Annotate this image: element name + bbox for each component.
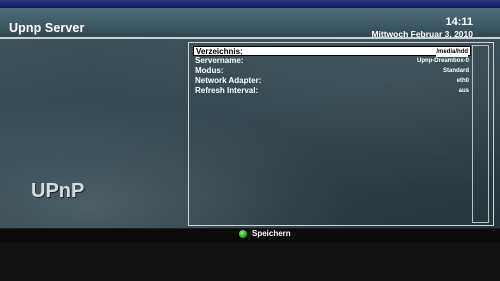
settings-row-value[interactable]: aus bbox=[459, 86, 469, 96]
page-title: Upnp Server bbox=[9, 21, 85, 35]
settings-row-modus[interactable]: Modus: Standard bbox=[193, 66, 471, 76]
clock: 14:11 bbox=[445, 16, 473, 28]
settings-row-label: Modus: bbox=[195, 66, 224, 75]
settings-row-value[interactable]: Upnp-Dreambox-0 bbox=[417, 56, 469, 66]
top-accent-bar bbox=[0, 0, 500, 8]
settings-row-label: Refresh Interval: bbox=[195, 86, 259, 95]
button-bar bbox=[0, 228, 500, 243]
settings-row-network-adapter[interactable]: Network Adapter: eth0 bbox=[193, 76, 471, 86]
settings-row-value[interactable]: eth0 bbox=[457, 76, 469, 86]
date: Mittwoch Februar 3, 2010 bbox=[371, 29, 473, 39]
settings-row-servername[interactable]: Servername: Upnp-Dreambox-0 bbox=[193, 56, 471, 66]
settings-row-label: Network Adapter: bbox=[195, 76, 262, 85]
settings-row-label: Servername: bbox=[195, 56, 244, 65]
save-button-label[interactable]: Speichern bbox=[252, 229, 291, 238]
green-key-icon[interactable] bbox=[239, 230, 247, 238]
settings-row-verzeichnis[interactable]: Verzeichnis: /media/hdd bbox=[193, 46, 471, 57]
header-bar: Upnp Server 14:11 Mittwoch Februar 3, 20… bbox=[0, 8, 500, 39]
settings-scrollbar[interactable] bbox=[472, 45, 489, 223]
settings-row-refresh-interval[interactable]: Refresh Interval: aus bbox=[193, 86, 471, 96]
footer-area bbox=[0, 242, 500, 281]
upnp-logo: UPnP bbox=[31, 180, 85, 202]
settings-row-value[interactable]: Standard bbox=[443, 66, 469, 76]
